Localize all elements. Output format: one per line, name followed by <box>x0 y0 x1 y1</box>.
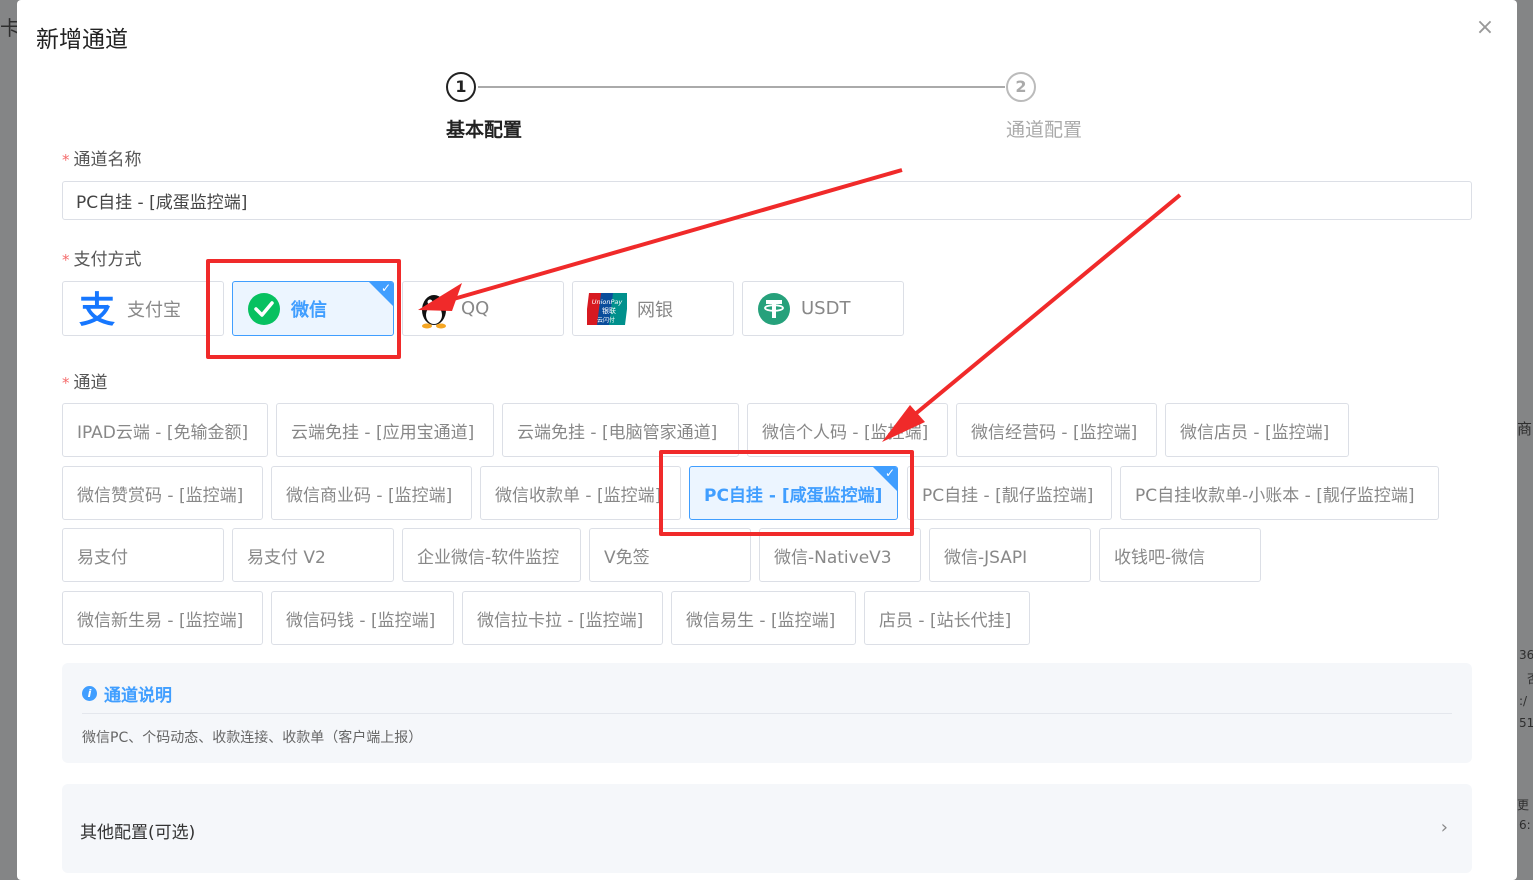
unionpay-logo-text: 银联 <box>602 306 616 315</box>
channel-option[interactable]: 微信经营码 - [监控端] <box>956 403 1157 457</box>
step-connector <box>478 86 1005 88</box>
qq-penguin-icon <box>422 294 446 328</box>
svg-text:支: 支 <box>79 290 115 329</box>
steps: 1 基本配置 2 通道配置 <box>17 0 1517 141</box>
channel-option[interactable]: 微信拉卡拉 - [监控端] <box>462 591 663 645</box>
channel-option[interactable]: 微信赞赏码 - [监控端] <box>62 466 263 520</box>
payment-option-usdt[interactable]: USDT <box>742 281 904 336</box>
step-2-label: 通道配置 <box>1006 119 1083 141</box>
channel-option[interactable]: IPAD云端 - [免输金额] <box>62 403 268 457</box>
channel-option[interactable]: PC自挂收款单-小账本 - [靓仔监控端] <box>1120 466 1439 520</box>
check-icon: ✓ <box>380 281 391 295</box>
channel-option[interactable]: 企业微信-软件监控 <box>402 528 581 582</box>
payment-option-alipay[interactable]: 支 支付宝 <box>62 281 224 336</box>
tether-icon <box>758 292 790 325</box>
unionpay-logo-text: 云闪付 <box>597 316 615 324</box>
step-1-circle: 1 <box>446 72 476 102</box>
info-icon: i <box>82 686 97 701</box>
channel-option[interactable]: 店员 - [站长代挂] <box>864 591 1030 645</box>
channel-description-panel: i 通道说明 微信PC、个码动态、收款连接、收款单（客户端上报） <box>62 663 1472 763</box>
wechat-icon <box>248 292 280 325</box>
channel-option[interactable]: 微信-NativeV3 <box>759 528 921 582</box>
unionpay-logo-text: UnionPay <box>592 298 623 306</box>
channel-option[interactable]: V免签 <box>589 528 751 582</box>
payment-option-label: 支付宝 <box>127 299 181 321</box>
payment-option-unionpay[interactable]: UnionPay 银联 云闪付 网银 <box>572 281 734 336</box>
channel-option[interactable]: 易支付 <box>62 528 224 582</box>
payment-option-label: QQ <box>461 298 490 319</box>
channel-option[interactable]: 微信收款单 - [监控端] <box>480 466 681 520</box>
payment-option-label: USDT <box>801 298 851 319</box>
channel-option[interactable]: 收钱吧-微信 <box>1099 528 1261 582</box>
channel-option[interactable]: 微信个人码 - [监控端] <box>747 403 948 457</box>
divider <box>82 713 1452 714</box>
channel-label-text: 通道 <box>73 373 108 393</box>
description-text: 微信PC、个码动态、收款连接、收款单（客户端上报） <box>82 730 423 746</box>
channel-option[interactable]: 易支付 V2 <box>232 528 394 582</box>
required-mark: * <box>62 374 70 392</box>
payment-method-label: * 支付方式 <box>62 245 142 270</box>
channel-option[interactable]: 微信易生 - [监控端] <box>671 591 856 645</box>
payment-option-qq[interactable]: QQ <box>402 281 564 336</box>
channel-option[interactable]: 云端免挂 - [电脑管家通道] <box>502 403 739 457</box>
channel-label: * 通道 <box>62 368 108 393</box>
payment-method-label-text: 支付方式 <box>73 250 142 270</box>
chevron-right-icon: › <box>1440 817 1448 838</box>
channel-option[interactable]: 微信店员 - [监控端] <box>1165 403 1349 457</box>
step-2-circle: 2 <box>1006 72 1036 102</box>
channel-option-selected[interactable]: PC自挂 - [咸蛋监控端] ✓ <box>689 466 898 520</box>
required-mark: * <box>62 151 70 169</box>
check-icon: ✓ <box>884 466 895 480</box>
step-1-label: 基本配置 <box>446 119 523 141</box>
required-mark: * <box>62 251 70 269</box>
channel-option[interactable]: 云端免挂 - [应用宝通道] <box>276 403 494 457</box>
payment-option-wechat[interactable]: 微信 ✓ <box>232 281 394 336</box>
description-title-text: 通道说明 <box>104 686 172 706</box>
channel-name-input[interactable] <box>62 181 1472 220</box>
channel-option[interactable]: 微信-JSAPI <box>929 528 1091 582</box>
alipay-icon: 支 <box>79 290 115 329</box>
add-channel-dialog: 新增通道 × 1 基本配置 2 通道配置 *通道名称 *支付方式 支 支付宝 微… <box>17 0 1517 880</box>
channel-option[interactable]: PC自挂 - [靓仔监控端] <box>907 466 1112 520</box>
channel-option[interactable]: 微信新生易 - [监控端] <box>62 591 263 645</box>
channel-option[interactable]: 微信商业码 - [监控端] <box>271 466 472 520</box>
payment-option-label: 网银 <box>637 299 673 321</box>
channel-name-label-text: 通道名称 <box>73 150 142 170</box>
payment-option-label: 微信 <box>291 299 327 321</box>
description-title: i 通道说明 <box>82 681 172 706</box>
other-config-label: 其他配置(可选) <box>80 823 196 843</box>
channel-option-label: PC自挂 - [咸蛋监控端] <box>704 485 883 506</box>
channel-name-label: * 通道名称 <box>62 145 142 170</box>
other-config-collapse[interactable]: 其他配置(可选) › <box>62 784 1472 873</box>
channel-option[interactable]: 微信码钱 - [监控端] <box>271 591 454 645</box>
unionpay-icon: UnionPay 银联 云闪付 <box>587 292 627 325</box>
